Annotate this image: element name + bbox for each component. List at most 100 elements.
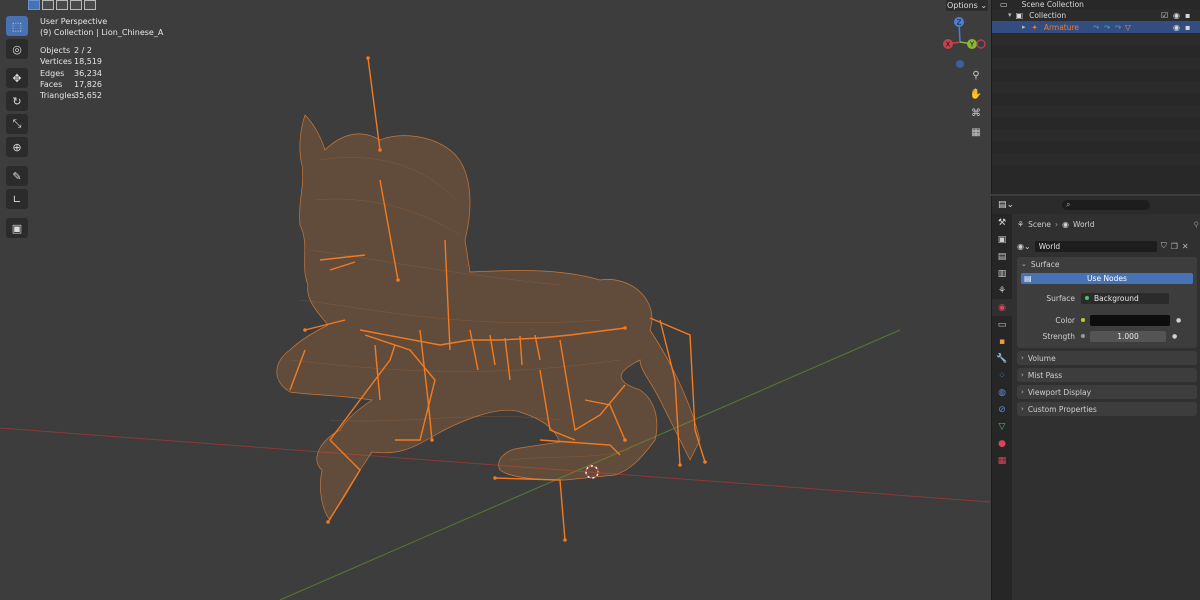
color-socket-icon[interactable]	[1081, 318, 1085, 322]
expand-chevron-icon[interactable]: ▾	[1008, 11, 1012, 19]
stat-value: 36,234	[74, 68, 102, 78]
options-label: Options	[946, 1, 978, 10]
constraints-tab-icon[interactable]: ⊘	[992, 401, 1012, 418]
viewport-display-panel[interactable]: › Viewport Display	[1017, 385, 1197, 399]
surface-shader-row: Surface Background	[1017, 290, 1197, 306]
stat-value: 18,519	[74, 57, 102, 67]
search-icon: ⌕	[1066, 200, 1071, 209]
properties-search[interactable]: ⌕	[1062, 200, 1151, 210]
outliner-row-collection[interactable]: ▾ ▣ Collection ☑ ◉ ▪	[992, 9, 1200, 21]
material-tab-icon[interactable]: ●	[992, 435, 1012, 452]
selection-mode-buttons[interactable]	[28, 0, 96, 10]
world-name-field[interactable]: World	[1034, 240, 1157, 252]
add-cube-tool-icon[interactable]: ▣	[6, 218, 28, 238]
mist-pass-panel[interactable]: › Mist Pass	[1017, 368, 1197, 382]
properties-tabs: ⚒ ▣ ▤ ▥ ⚘ ◉ ▭ ▪ 🔧 ⁘ ◍ ⊘ ▽ ● ▦	[992, 214, 1012, 600]
stat-value: 35,652	[74, 91, 102, 101]
view-layer-tab-icon[interactable]: ▥	[992, 265, 1012, 282]
world-name: World	[1038, 241, 1061, 251]
collection-icon: ▣	[1015, 10, 1024, 20]
output-tab-icon[interactable]: ▤	[992, 248, 1012, 265]
unlink-close-icon[interactable]: ✕	[1182, 242, 1189, 251]
render-tab-icon[interactable]: ▣	[992, 231, 1012, 248]
keyframe-dot-icon[interactable]: ●	[1172, 333, 1177, 340]
zoom-icon[interactable]: ⚲	[968, 68, 984, 82]
world-browse-icon[interactable]: ◉⌄	[1017, 242, 1031, 251]
transform-tool-icon[interactable]: ⊕	[6, 137, 28, 157]
grid-view-icon[interactable]: ▦	[968, 125, 984, 139]
custom-properties-panel-title: Custom Properties	[1027, 404, 1097, 414]
annotate-tool-icon[interactable]: ✎	[6, 166, 28, 186]
modifier-tab-icon[interactable]: 🔧	[992, 350, 1012, 367]
particles-tab-icon[interactable]: ⁘	[992, 367, 1012, 384]
modifier-icon: ▽	[1125, 22, 1131, 32]
volume-panel[interactable]: › Volume	[1017, 351, 1197, 365]
3d-viewport[interactable]: ⬚ ◎ ✥ ↻ ⤡ ⊕ ✎ ∟ ▣ User Perspective (9) C…	[0, 0, 990, 600]
surface-label: Surface	[1046, 293, 1075, 303]
texture-tab-icon[interactable]: ▦	[992, 452, 1012, 469]
color-label: Color	[1055, 315, 1075, 325]
render-camera-icon[interactable]: ▪	[1185, 23, 1190, 32]
pan-hand-icon[interactable]: ✋	[968, 87, 984, 101]
outliner-row-armature[interactable]: ▸ ✦ Armature ⤳ ⤳ ⤳ ▽ ◉ ▪	[992, 21, 1200, 33]
mode-invert-icon[interactable]	[70, 0, 82, 10]
keyframe-dot-icon[interactable]: ●	[1176, 317, 1181, 324]
stat-label: Objects	[40, 45, 71, 55]
strength-value: 1.000	[1117, 331, 1139, 341]
custom-properties-panel[interactable]: › Custom Properties	[1017, 402, 1197, 416]
duplicate-icon[interactable]: ❐	[1171, 242, 1178, 251]
camera-icon[interactable]: ⌘	[968, 106, 984, 120]
visibility-eye-icon[interactable]: ◉	[1173, 23, 1180, 32]
pin-icon[interactable]: ⚲	[1194, 220, 1200, 229]
fake-user-shield-icon[interactable]: ⛉	[1161, 241, 1167, 251]
armature-data-icon: ⤳	[1104, 22, 1111, 31]
mode-new-icon[interactable]	[28, 0, 40, 10]
options-dropdown[interactable]: Options ⌄	[946, 0, 988, 11]
mode-extend-icon[interactable]	[42, 0, 54, 10]
tool-tab-icon[interactable]: ⚒	[992, 214, 1012, 231]
strength-field[interactable]: 1.000	[1090, 330, 1166, 342]
strength-socket-icon[interactable]	[1081, 334, 1085, 338]
gizmo-neg-z-icon[interactable]	[956, 60, 964, 68]
chevron-down-icon: ⌄	[1021, 260, 1027, 268]
scene-tab-icon[interactable]: ⚘	[992, 282, 1012, 299]
expand-chevron-icon[interactable]: ▸	[1022, 23, 1026, 31]
use-nodes-button[interactable]: ▤ Use Nodes	[1021, 273, 1193, 284]
measure-tool-icon[interactable]: ∟	[6, 189, 28, 209]
surface-shader-selector[interactable]: Background	[1081, 292, 1169, 304]
world-tab-icon[interactable]: ◉	[992, 299, 1012, 316]
gizmo-neg-x-icon[interactable]	[976, 39, 986, 49]
rotate-tool-icon[interactable]: ↻	[6, 91, 28, 111]
object-tab-icon[interactable]: ▪	[992, 333, 1012, 350]
node-tree-icon: ▤	[1024, 274, 1032, 283]
visibility-eye-icon[interactable]: ◉	[1173, 11, 1180, 20]
mode-intersect-icon[interactable]	[84, 0, 96, 10]
viewport-display-panel-title: Viewport Display	[1027, 387, 1092, 397]
scale-tool-icon[interactable]: ⤡	[6, 114, 28, 134]
use-nodes-label: Use Nodes	[1087, 274, 1127, 283]
checkbox-icon[interactable]: ☑	[1161, 11, 1168, 20]
outliner-row-scene-collection[interactable]: ▭ Scene Collection	[992, 0, 1200, 9]
cursor-tool-icon[interactable]: ◎	[6, 39, 28, 59]
collection-label: (9) Collection | Lion_Chinese_A	[40, 28, 164, 38]
chevron-right-icon: ›	[1021, 388, 1024, 396]
scene-statistics: Objects 2 / 2 Vertices 18,519 Edges 36,234 …	[40, 45, 163, 102]
move-tool-icon[interactable]: ✥	[6, 68, 28, 88]
navigation-gizmo[interactable]: Z X Y	[932, 14, 988, 70]
collection-tab-icon[interactable]: ▭	[992, 316, 1012, 333]
mode-subtract-icon[interactable]	[56, 0, 68, 10]
armature-label: Armature	[1043, 22, 1080, 32]
perspective-label: User Perspective	[40, 17, 108, 26]
world-icon: ◉	[1062, 219, 1070, 229]
render-camera-icon[interactable]: ▪	[1185, 11, 1190, 20]
gizmo-x-label: X	[946, 41, 951, 49]
select-box-tool-icon[interactable]: ⬚	[6, 16, 28, 36]
chevron-right-icon: ›	[1021, 354, 1024, 362]
editor-type-icon[interactable]: ▤⌄	[998, 200, 1014, 210]
volume-panel-title: Volume	[1027, 353, 1056, 363]
color-swatch[interactable]	[1090, 314, 1170, 326]
lion-mesh[interactable]	[276, 114, 701, 521]
physics-tab-icon[interactable]: ◍	[992, 384, 1012, 401]
surface-panel-header[interactable]: ⌄ Surface	[1017, 257, 1197, 271]
data-tab-icon[interactable]: ▽	[992, 418, 1012, 435]
